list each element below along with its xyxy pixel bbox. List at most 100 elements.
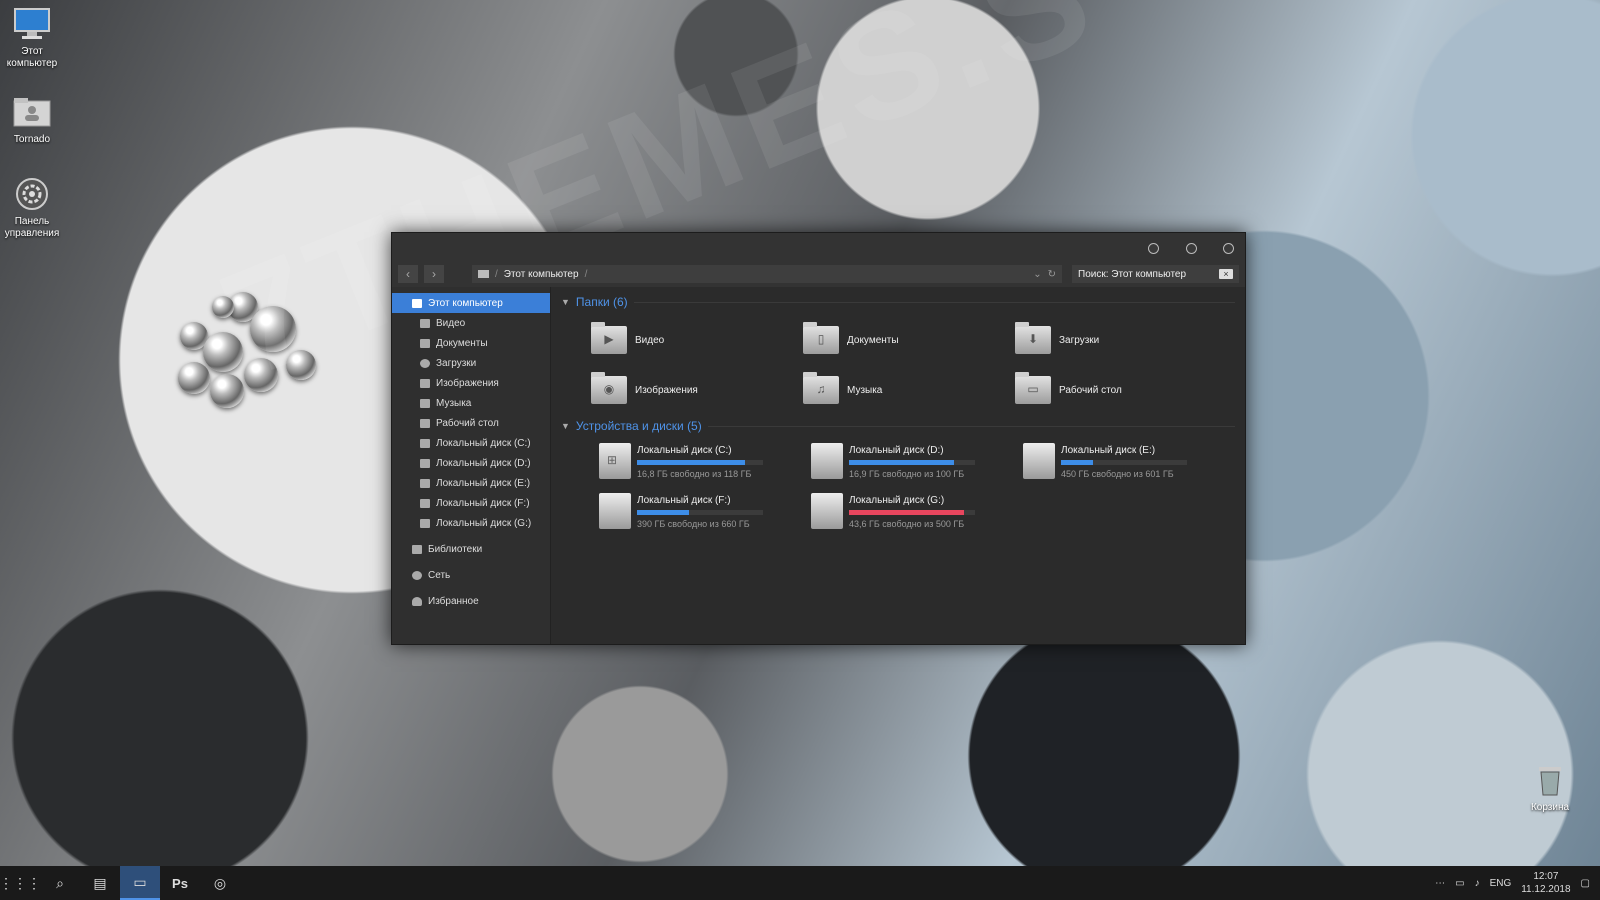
pictures-icon: [420, 378, 430, 388]
sidebar-item-label: Этот компьютер: [428, 297, 503, 309]
sidebar-item-music[interactable]: Музыка: [392, 393, 550, 413]
search-box[interactable]: Поиск: Этот компьютер ×: [1072, 265, 1239, 283]
drive-free-space: 16,8 ГБ свободно из 118 ГБ: [637, 469, 752, 479]
sidebar-item-drive-f[interactable]: Локальный диск (F:): [392, 493, 550, 513]
sidebar-item-desktop[interactable]: Рабочий стол: [392, 413, 550, 433]
windows-drive-icon: ⊞: [599, 443, 631, 479]
drive-c[interactable]: ⊞ Локальный диск (C:) 16,8 ГБ свободно и…: [599, 443, 811, 481]
sidebar-item-drive-d[interactable]: Локальный диск (D:): [392, 453, 550, 473]
tray-overflow-button[interactable]: ⋯: [1435, 878, 1445, 889]
close-button[interactable]: [1223, 243, 1234, 254]
minimize-button[interactable]: [1148, 243, 1159, 254]
sidebar-item-label: Локальный диск (C:): [436, 437, 531, 449]
pc-icon: [412, 298, 422, 308]
drives-section-header[interactable]: ▼ Устройства и диски (5): [561, 417, 1235, 435]
system-tray: ⋯ ▭ ♪ ENG 12:07 11.12.2018 ▢: [1435, 870, 1600, 896]
language-indicator[interactable]: ENG: [1490, 878, 1512, 889]
sidebar-item-label: Избранное: [428, 595, 479, 607]
notifications-icon[interactable]: ▢: [1581, 878, 1590, 889]
chevron-down-icon[interactable]: ⌄: [1033, 269, 1041, 280]
drive-icon: [420, 518, 430, 528]
sidebar-item-favorites[interactable]: Избранное: [392, 591, 550, 611]
documents-icon: [420, 338, 430, 348]
sidebar-item-label: Изображения: [436, 377, 499, 389]
folder-video[interactable]: ▶ Видео: [591, 321, 803, 359]
clock[interactable]: 12:07 11.12.2018: [1521, 870, 1570, 896]
sidebar-item-this-pc[interactable]: Этот компьютер: [392, 293, 550, 313]
maximize-button[interactable]: [1186, 243, 1197, 254]
sidebar-item-downloads[interactable]: Загрузки: [392, 353, 550, 373]
volume-icon[interactable]: ♪: [1475, 878, 1480, 889]
sidebar-item-label: Локальный диск (D:): [436, 457, 531, 469]
drive-d[interactable]: Локальный диск (D:) 16,9 ГБ свободно из …: [811, 443, 1023, 481]
chevron-down-icon: ▼: [561, 421, 570, 431]
folder-downloads[interactable]: ⬇ Загрузки: [1015, 321, 1227, 359]
sidebar-item-libraries[interactable]: Библиотеки: [392, 539, 550, 559]
sidebar-item-label: Видео: [436, 317, 466, 329]
desktop-icon-label: Tornado: [13, 134, 51, 145]
downloads-icon: [420, 358, 430, 368]
explorer-icon: ▭: [133, 873, 147, 890]
drive-label: Локальный диск (E:): [1061, 445, 1156, 456]
folders-section-header[interactable]: ▼ Папки (6): [561, 293, 1235, 311]
network-icon[interactable]: ▭: [1455, 878, 1464, 889]
address-bar[interactable]: / Этот компьютер / ⌄ ↻: [472, 265, 1062, 283]
computer-icon: [12, 6, 52, 42]
sidebar-item-pictures[interactable]: Изображения: [392, 373, 550, 393]
folders-grid: ▶ Видео ▯ Документы ⬇ Загрузки ◉ Изображения…: [561, 311, 1235, 417]
drive-icon: [811, 443, 843, 479]
start-icon: ⋮⋮⋮: [0, 874, 41, 891]
sidebar-item-documents[interactable]: Документы: [392, 333, 550, 353]
photoshop-taskbar-button[interactable]: Ps: [160, 866, 200, 900]
clock-time: 12:07: [1533, 871, 1559, 882]
drive-usage-bar: [637, 510, 763, 515]
drive-label: Локальный диск (G:): [849, 495, 945, 506]
desktop-icon-label: Панель управления: [4, 216, 60, 239]
control-panel-icon: [12, 176, 52, 212]
drive-e[interactable]: Локальный диск (E:) 450 ГБ свободно из 6…: [1023, 443, 1235, 481]
refresh-icon[interactable]: ↻: [1048, 269, 1056, 280]
clear-search-icon[interactable]: ×: [1219, 269, 1233, 279]
drive-f[interactable]: Локальный диск (F:) 390 ГБ свободно из 6…: [599, 493, 811, 531]
drive-free-space: 390 ГБ свободно из 660 ГБ: [637, 519, 750, 529]
desktop-icon-tornado[interactable]: Tornado: [0, 94, 67, 146]
search-input[interactable]: Поиск: Этот компьютер: [1078, 269, 1186, 280]
desktop-icon-this-pc[interactable]: Этот компьютер: [0, 6, 67, 70]
drive-usage-bar: [849, 460, 975, 465]
drive-label: Локальный диск (C:): [637, 445, 732, 456]
folder-documents[interactable]: ▯ Документы: [803, 321, 1015, 359]
sidebar-item-network[interactable]: Сеть: [392, 565, 550, 585]
desktop-icon-recycle-bin[interactable]: Корзина: [1515, 762, 1585, 814]
desktop-icon: ▭: [1015, 372, 1051, 404]
sidebar-item-label: Библиотеки: [428, 543, 483, 555]
start-button[interactable]: ⋮⋮⋮: [0, 866, 41, 900]
folder-music[interactable]: ♫ Музыка: [803, 371, 1015, 409]
desktop-icon-label: Этот компьютер: [6, 46, 58, 69]
documents-icon: ▯: [803, 322, 839, 354]
breadcrumb-this-pc[interactable]: Этот компьютер: [504, 269, 579, 280]
folder-desktop[interactable]: ▭ Рабочий стол: [1015, 371, 1227, 409]
sidebar-item-video[interactable]: Видео: [392, 313, 550, 333]
pc-icon: [478, 270, 489, 278]
task-view-button[interactable]: ▤: [80, 866, 120, 900]
drive-icon: [420, 438, 430, 448]
search-button[interactable]: ⌕: [40, 866, 80, 900]
back-button[interactable]: ‹: [398, 265, 418, 283]
sidebar-item-drive-g[interactable]: Локальный диск (G:): [392, 513, 550, 533]
drive-g[interactable]: Локальный диск (G:) 43,6 ГБ свободно из …: [811, 493, 1023, 531]
sidebar-item-label: Локальный диск (F:): [436, 497, 530, 509]
explorer-taskbar-button[interactable]: ▭: [120, 866, 160, 900]
folder-label: Рабочий стол: [1059, 384, 1122, 396]
desktop-icon-control-panel[interactable]: Панель управления: [0, 176, 67, 240]
section-title: Папки (6): [575, 295, 628, 309]
sidebar-item-drive-c[interactable]: Локальный диск (C:): [392, 433, 550, 453]
titlebar[interactable]: [392, 233, 1245, 261]
chrome-taskbar-button[interactable]: ◎: [200, 866, 240, 900]
drives-grid: ⊞ Локальный диск (C:) 16,8 ГБ свободно и…: [561, 435, 1235, 531]
drive-usage-bar: [1061, 460, 1187, 465]
video-icon: [420, 318, 430, 328]
drive-label: Локальный диск (D:): [849, 445, 944, 456]
forward-button[interactable]: ›: [424, 265, 444, 283]
sidebar-item-drive-e[interactable]: Локальный диск (E:): [392, 473, 550, 493]
folder-pictures[interactable]: ◉ Изображения: [591, 371, 803, 409]
